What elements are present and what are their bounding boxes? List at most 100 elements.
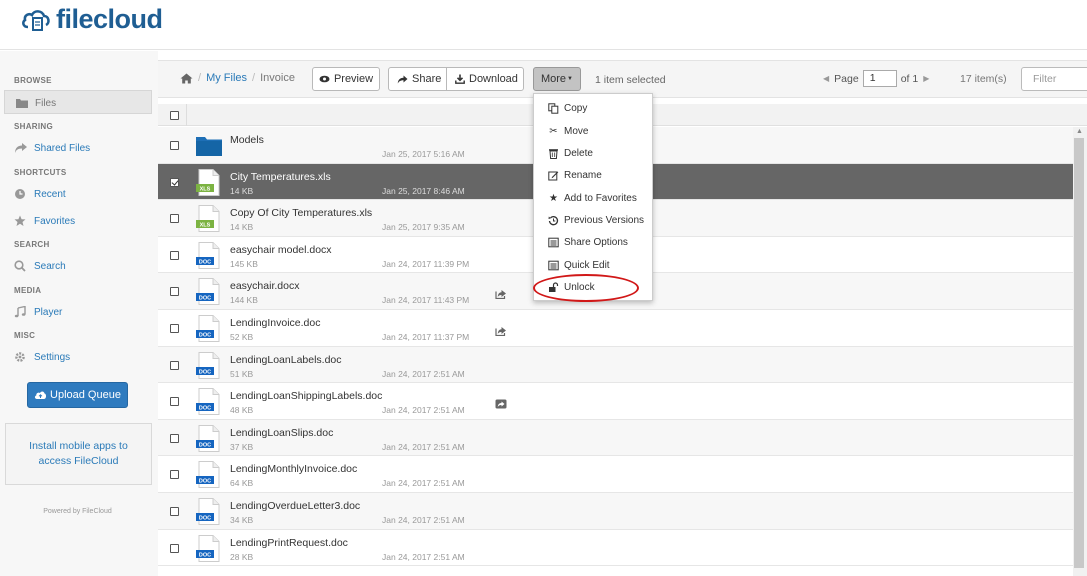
table-row[interactable]: DOC LendingLoanSlips.doc 37 KB Jan 24, 2017… xyxy=(158,419,1073,457)
page-label: Page xyxy=(834,72,859,85)
scroll-up-icon[interactable]: ▲ xyxy=(1076,128,1083,135)
row-checkbox[interactable] xyxy=(170,433,179,443)
menu-item-share-options[interactable]: Share Options xyxy=(548,237,628,248)
share-button[interactable]: Share xyxy=(389,68,447,90)
sidebar-item-player[interactable]: Player xyxy=(14,306,62,318)
file-size: 14 KB xyxy=(230,185,254,196)
doc-file-icon: DOC xyxy=(196,498,220,525)
sidebar-item-search[interactable]: Search xyxy=(14,260,66,272)
file-date: Jan 24, 2017 2:51 AM xyxy=(382,405,465,416)
share-download-group: Share Download xyxy=(388,67,524,91)
table-row[interactable]: DOC LendingMonthlyInvoice.doc 64 KB Jan 24,… xyxy=(158,456,1073,493)
highlight-circle xyxy=(533,274,639,302)
preview-button[interactable]: Preview xyxy=(312,67,380,91)
menu-item-label: Share Options xyxy=(564,237,628,248)
install-mobile-apps-link[interactable]: Install mobile apps to access FileCloud xyxy=(5,423,152,485)
table-row[interactable]: DOC LendingOverdueLetter3.doc 34 KB Jan 24,… xyxy=(158,493,1073,530)
row-checkbox[interactable] xyxy=(170,287,179,297)
download-button[interactable]: Download xyxy=(447,68,518,90)
table-row[interactable]: DOC LendingLoanLabels.doc 51 KB Jan 24, 201… xyxy=(158,346,1073,384)
row-checkbox[interactable] xyxy=(170,507,179,516)
file-size: 14 KB xyxy=(230,222,254,233)
upload-queue-button[interactable]: Upload Queue xyxy=(27,382,128,408)
file-name[interactable]: Models xyxy=(230,134,264,146)
next-page-icon[interactable]: ▶ xyxy=(923,74,929,83)
row-checkbox[interactable] xyxy=(170,470,179,480)
music-note-icon xyxy=(14,306,26,318)
sidebar-item-favorites[interactable]: Favorites xyxy=(14,215,75,227)
table-row[interactable]: DOC LendingInvoice.doc 52 KB Jan 24, 2017 1… xyxy=(158,310,1073,347)
menu-item-copy[interactable]: Copy xyxy=(548,103,587,114)
file-type-label: DOC xyxy=(199,259,211,265)
filecloud-logo[interactable]: filecloud xyxy=(20,4,163,34)
sidebar-item-label: Shared Files xyxy=(34,142,91,154)
doc-file-icon: DOC xyxy=(196,461,220,489)
page-of-label: of 1 xyxy=(900,72,919,85)
breadcrumb-separator: / xyxy=(252,72,256,84)
filter-input[interactable]: Filter xyxy=(1021,67,1087,91)
more-button[interactable]: More ▼ xyxy=(533,67,581,91)
menu-item-label: Move xyxy=(564,126,589,137)
row-checkbox[interactable] xyxy=(170,397,179,407)
row-checkbox[interactable] xyxy=(170,360,179,370)
doc-file-icon: DOC xyxy=(196,278,220,306)
row-checkbox[interactable] xyxy=(170,177,179,187)
section-media: MEDIA xyxy=(14,286,42,295)
file-type-label: XLS xyxy=(200,222,211,228)
xls-file-icon: XLS xyxy=(196,168,220,196)
sidebar-item-recent[interactable]: Recent xyxy=(14,188,66,200)
powered-by: Powered by FileCloud xyxy=(43,508,112,515)
row-checkbox[interactable] xyxy=(170,141,179,150)
sidebar-item-settings[interactable]: Settings xyxy=(14,351,70,363)
file-name[interactable]: City Temperatures.xls xyxy=(230,171,331,183)
prev-page-icon[interactable]: ◀ xyxy=(823,74,829,83)
page-input[interactable]: 1 xyxy=(862,70,897,87)
table-row[interactable]: DOC LendingLoanShippingLabels.doc 48 KB Jan… xyxy=(158,383,1073,420)
shared-indicator-icon[interactable] xyxy=(495,289,507,300)
mobile-apps-text: Install mobile apps to access FileCloud xyxy=(29,440,128,467)
row-checkbox[interactable] xyxy=(170,324,179,333)
table-row[interactable]: DOC LendingPrintRequest.doc 28 KB Jan 24, 2… xyxy=(158,529,1073,567)
menu-item-add-to-favorites[interactable]: ★ Add to Favorites xyxy=(548,193,637,204)
menu-item-quick-edit[interactable]: Quick Edit xyxy=(548,260,610,271)
file-name[interactable]: LendingLoanLabels.doc xyxy=(230,354,342,366)
preview-label: Preview xyxy=(333,73,374,85)
breadcrumb-my-files[interactable]: My Files xyxy=(206,72,247,84)
menu-item-previous-versions[interactable]: Previous Versions xyxy=(548,215,644,226)
shared-indicator-icon[interactable] xyxy=(495,399,507,409)
file-size: 51 KB xyxy=(230,368,254,379)
doc-file-icon: DOC xyxy=(196,351,220,379)
sidebar: BROWSE Files SHARING Shared Files SHORTC… xyxy=(0,51,158,576)
file-name[interactable]: LendingLoanSlips.doc xyxy=(230,427,333,439)
file-name[interactable]: LendingMonthlyInvoice.doc xyxy=(230,463,357,475)
share-label: Share xyxy=(412,73,442,85)
file-type-label: DOC xyxy=(199,515,211,521)
row-checkbox[interactable] xyxy=(170,250,179,260)
download-label: Download xyxy=(469,73,518,85)
menu-item-delete[interactable]: Delete xyxy=(548,148,593,159)
file-name[interactable]: Copy Of City Temperatures.xls xyxy=(230,207,372,219)
file-name[interactable]: easychair model.docx xyxy=(230,244,332,256)
home-icon[interactable] xyxy=(180,73,193,84)
menu-item-move[interactable]: ✂ Move xyxy=(548,126,588,137)
file-name[interactable]: LendingOverdueLetter3.doc xyxy=(230,500,360,512)
section-misc: MISC xyxy=(14,331,36,340)
sidebar-item-label: Search xyxy=(34,260,66,272)
file-size: 145 KB xyxy=(230,258,258,269)
file-name[interactable]: LendingLoanShippingLabels.doc xyxy=(230,390,382,402)
file-name[interactable]: LendingInvoice.doc xyxy=(230,317,321,329)
sidebar-item-files[interactable]: Files xyxy=(4,90,152,114)
file-date: Jan 25, 2017 9:35 AM xyxy=(382,222,465,233)
menu-item-rename[interactable]: Rename xyxy=(548,170,602,181)
doc-file-icon: DOC xyxy=(196,315,220,342)
scrollbar-thumb[interactable] xyxy=(1074,138,1084,568)
select-all-checkbox[interactable] xyxy=(170,111,179,120)
shared-indicator-icon[interactable] xyxy=(495,326,507,336)
sidebar-item-shared-files[interactable]: Shared Files xyxy=(14,142,90,154)
row-checkbox[interactable] xyxy=(170,214,179,224)
column-divider xyxy=(186,104,187,126)
file-name[interactable]: LendingPrintRequest.doc xyxy=(230,537,348,549)
row-checkbox[interactable] xyxy=(170,543,179,553)
doc-file-icon: DOC xyxy=(196,424,220,452)
file-name[interactable]: easychair.docx xyxy=(230,280,299,292)
